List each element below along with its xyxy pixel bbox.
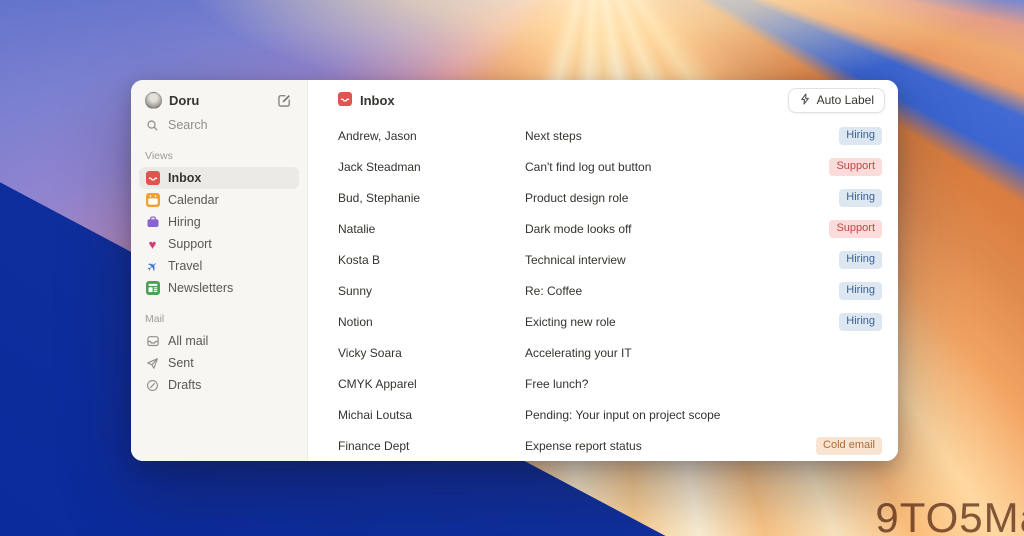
auto-label-icon [799, 92, 811, 108]
section-label-views: Views [145, 150, 173, 162]
calendar-icon [145, 193, 160, 207]
airplane-icon: ✈ [143, 256, 162, 276]
email-sender: Finance Dept [338, 438, 410, 453]
page-title: Inbox [360, 92, 395, 108]
email-sender: Natalie [338, 221, 376, 236]
all-mail-icon [145, 334, 160, 348]
sidebar-item-label: Hiring [168, 215, 201, 229]
email-subject: Re: Coffee [525, 283, 583, 298]
sidebar-item-calendar[interactable]: Calendar [139, 189, 299, 211]
email-sender: Jack Steadman [338, 159, 421, 174]
inbox-icon [338, 91, 352, 109]
sidebar-item-label: Calendar [168, 193, 219, 207]
email-sender: CMYK Apparel [338, 376, 417, 391]
sidebar-item-label: All mail [168, 334, 209, 348]
email-label-badge: Hiring [839, 312, 882, 331]
briefcase-icon [145, 215, 160, 229]
sidebar-item-label: Sent [168, 356, 194, 370]
email-row[interactable]: Andrew, Jason Next steps Hiring [338, 120, 882, 151]
email-subject: Technical interview [525, 252, 626, 267]
sidebar-item-label: Drafts [168, 378, 202, 392]
email-sender: Vicky Soara [338, 345, 402, 360]
email-label-badge: Support [829, 219, 882, 238]
sidebar-item-hiring[interactable]: Hiring [139, 211, 299, 233]
inbox-panel: Inbox Auto Label Andrew, Jason Next step… [308, 80, 898, 461]
email-subject: Expense report status [525, 438, 642, 453]
sidebar-item-label: Travel [168, 259, 203, 273]
email-subject: Free lunch? [525, 376, 589, 391]
mail-app-window: Doru Search Views Inbox Calendar Hiring … [131, 80, 898, 461]
inbox-icon [145, 171, 160, 185]
email-sender: Kosta B [338, 252, 381, 267]
email-subject: Can't find log out button [525, 159, 652, 174]
email-subject: Dark mode looks off [525, 221, 632, 236]
email-subject: Product design role [525, 190, 629, 205]
email-row[interactable]: Kosta B Technical interview Hiring [338, 244, 882, 275]
sidebar-item-label: Newsletters [168, 281, 234, 295]
email-row[interactable]: Michai Loutsa Pending: Your input on pro… [338, 399, 882, 430]
compose-icon[interactable] [275, 91, 293, 109]
email-label-badge: Cold email [816, 436, 882, 455]
email-row[interactable]: Jack Steadman Can't find log out button … [338, 151, 882, 182]
user-name: Doru [169, 92, 200, 108]
email-label-badge: Hiring [839, 188, 882, 207]
page-title-wrap: Inbox [338, 91, 395, 109]
email-label-badge: Hiring [839, 126, 882, 145]
sidebar-item-label: Support [168, 237, 212, 251]
watermark: 9TO5Mac [875, 494, 1024, 536]
email-sender: Bud, Stephanie [338, 190, 421, 205]
email-list: Andrew, Jason Next steps Hiring Jack Ste… [308, 120, 898, 461]
sidebar-item-all-mail[interactable]: All mail [139, 330, 299, 352]
sidebar-item-newsletters[interactable]: Newsletters [139, 277, 299, 299]
email-row[interactable]: Bud, Stephanie Product design role Hirin… [338, 182, 882, 213]
email-subject: Accelerating your IT [525, 345, 632, 360]
email-label-badge: Hiring [839, 250, 882, 269]
sidebar: Doru Search Views Inbox Calendar Hiring … [131, 80, 308, 461]
email-subject: Next steps [525, 128, 582, 143]
email-row[interactable]: Sunny Re: Coffee Hiring [338, 275, 882, 306]
section-label-mail: Mail [145, 313, 165, 325]
sidebar-item-label: Inbox [168, 171, 202, 185]
drafts-icon [145, 379, 160, 392]
email-label-badge: Hiring [839, 281, 882, 300]
send-icon [145, 357, 160, 370]
newsletter-icon [145, 281, 160, 295]
sidebar-item-drafts[interactable]: Drafts [139, 374, 299, 396]
sidebar-item-support[interactable]: ♥ Support [139, 233, 299, 255]
email-subject: Pending: Your input on project scope [525, 407, 721, 422]
search-label: Search [168, 118, 208, 132]
sidebar-item-sent[interactable]: Sent [139, 352, 299, 374]
auto-label-button-label: Auto Label [816, 93, 874, 107]
email-sender: Michai Loutsa [338, 407, 413, 422]
email-label-badge: Support [829, 157, 882, 176]
email-sender: Sunny [338, 283, 373, 298]
heart-icon: ♥ [148, 236, 157, 252]
email-row[interactable]: Vicky Soara Accelerating your IT [338, 337, 882, 368]
search-icon [145, 119, 160, 132]
avatar [145, 91, 162, 109]
email-row[interactable]: Finance Dept Expense report status Cold … [338, 430, 882, 461]
sidebar-item-travel[interactable]: ✈ Travel [139, 255, 299, 277]
inbox-header: Inbox Auto Label [308, 80, 898, 120]
email-subject: Exicting new role [525, 314, 616, 329]
email-row[interactable]: Notion Exicting new role Hiring [338, 306, 882, 337]
email-sender: Andrew, Jason [338, 128, 417, 143]
workspace-switcher[interactable]: Doru [139, 88, 299, 112]
auto-label-button[interactable]: Auto Label [787, 87, 885, 113]
search-input[interactable]: Search [139, 114, 299, 136]
email-row[interactable]: CMYK Apparel Free lunch? [338, 368, 882, 399]
sidebar-item-inbox[interactable]: Inbox [139, 167, 299, 189]
email-sender: Notion [338, 314, 373, 329]
email-row[interactable]: Natalie Dark mode looks off Support [338, 213, 882, 244]
